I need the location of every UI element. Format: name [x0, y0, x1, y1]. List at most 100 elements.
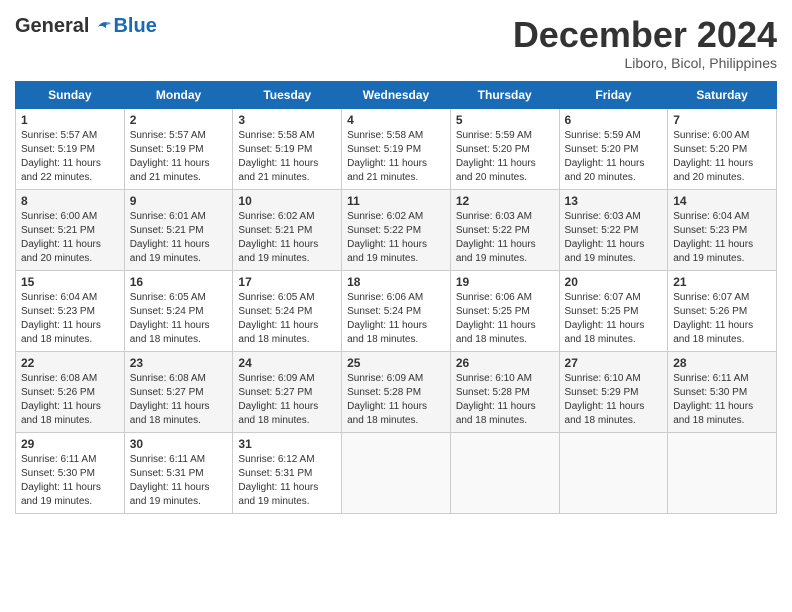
calendar-day-cell: 17 Sunrise: 6:05 AMSunset: 5:24 PMDaylig…: [233, 270, 342, 351]
calendar-day-cell: 23 Sunrise: 6:08 AMSunset: 5:27 PMDaylig…: [124, 351, 233, 432]
calendar-week-row: 15 Sunrise: 6:04 AMSunset: 5:23 PMDaylig…: [16, 270, 777, 351]
calendar-week-row: 8 Sunrise: 6:00 AMSunset: 5:21 PMDayligh…: [16, 189, 777, 270]
calendar-day-cell: 8 Sunrise: 6:00 AMSunset: 5:21 PMDayligh…: [16, 189, 125, 270]
day-number: 6: [565, 113, 663, 127]
day-info: Sunrise: 6:01 AMSunset: 5:21 PMDaylight:…: [130, 211, 210, 264]
day-number: 21: [673, 275, 771, 289]
day-info: Sunrise: 6:04 AMSunset: 5:23 PMDaylight:…: [673, 211, 753, 264]
calendar-day-cell: 5 Sunrise: 5:59 AMSunset: 5:20 PMDayligh…: [450, 108, 559, 189]
day-info: Sunrise: 5:58 AMSunset: 5:19 PMDaylight:…: [347, 130, 427, 183]
calendar-day-cell: 30 Sunrise: 6:11 AMSunset: 5:31 PMDaylig…: [124, 432, 233, 513]
day-info: Sunrise: 5:58 AMSunset: 5:19 PMDaylight:…: [238, 130, 318, 183]
day-info: Sunrise: 5:57 AMSunset: 5:19 PMDaylight:…: [21, 130, 101, 183]
day-info: Sunrise: 6:08 AMSunset: 5:26 PMDaylight:…: [21, 373, 101, 426]
day-info: Sunrise: 6:02 AMSunset: 5:22 PMDaylight:…: [347, 211, 427, 264]
day-number: 1: [21, 113, 119, 127]
day-number: 19: [456, 275, 554, 289]
page-header: General Blue December 2024 Liboro, Bicol…: [15, 15, 777, 71]
day-info: Sunrise: 6:10 AMSunset: 5:28 PMDaylight:…: [456, 373, 536, 426]
day-info: Sunrise: 6:11 AMSunset: 5:30 PMDaylight:…: [21, 454, 101, 507]
day-number: 14: [673, 194, 771, 208]
day-number: 27: [565, 356, 663, 370]
day-number: 12: [456, 194, 554, 208]
day-info: Sunrise: 5:59 AMSunset: 5:20 PMDaylight:…: [565, 130, 645, 183]
day-info: Sunrise: 6:12 AMSunset: 5:31 PMDaylight:…: [238, 454, 318, 507]
calendar-day-cell: 29 Sunrise: 6:11 AMSunset: 5:30 PMDaylig…: [16, 432, 125, 513]
day-number: 24: [238, 356, 336, 370]
calendar-day-cell: 16 Sunrise: 6:05 AMSunset: 5:24 PMDaylig…: [124, 270, 233, 351]
calendar-day-cell: 19 Sunrise: 6:06 AMSunset: 5:25 PMDaylig…: [450, 270, 559, 351]
day-number: 7: [673, 113, 771, 127]
day-number: 11: [347, 194, 445, 208]
calendar-day-cell: 18 Sunrise: 6:06 AMSunset: 5:24 PMDaylig…: [342, 270, 451, 351]
calendar-day-cell: [668, 432, 777, 513]
calendar-day-cell: 7 Sunrise: 6:00 AMSunset: 5:20 PMDayligh…: [668, 108, 777, 189]
day-number: 29: [21, 437, 119, 451]
day-number: 10: [238, 194, 336, 208]
day-number: 16: [130, 275, 228, 289]
calendar-day-cell: 21 Sunrise: 6:07 AMSunset: 5:26 PMDaylig…: [668, 270, 777, 351]
day-number: 28: [673, 356, 771, 370]
calendar-day-cell: 1 Sunrise: 5:57 AMSunset: 5:19 PMDayligh…: [16, 108, 125, 189]
calendar-day-cell: 15 Sunrise: 6:04 AMSunset: 5:23 PMDaylig…: [16, 270, 125, 351]
day-info: Sunrise: 6:03 AMSunset: 5:22 PMDaylight:…: [456, 211, 536, 264]
calendar-day-cell: 4 Sunrise: 5:58 AMSunset: 5:19 PMDayligh…: [342, 108, 451, 189]
day-number: 2: [130, 113, 228, 127]
day-info: Sunrise: 6:07 AMSunset: 5:25 PMDaylight:…: [565, 292, 645, 345]
calendar-header-row: SundayMondayTuesdayWednesdayThursdayFrid…: [16, 81, 777, 108]
calendar-day-cell: 12 Sunrise: 6:03 AMSunset: 5:22 PMDaylig…: [450, 189, 559, 270]
calendar-day-cell: 27 Sunrise: 6:10 AMSunset: 5:29 PMDaylig…: [559, 351, 668, 432]
logo-blue-text: Blue: [113, 15, 156, 38]
day-info: Sunrise: 6:00 AMSunset: 5:21 PMDaylight:…: [21, 211, 101, 264]
calendar-day-cell: 22 Sunrise: 6:08 AMSunset: 5:26 PMDaylig…: [16, 351, 125, 432]
day-number: 23: [130, 356, 228, 370]
calendar-day-cell: 26 Sunrise: 6:10 AMSunset: 5:28 PMDaylig…: [450, 351, 559, 432]
calendar-day-cell: [342, 432, 451, 513]
calendar-day-cell: 13 Sunrise: 6:03 AMSunset: 5:22 PMDaylig…: [559, 189, 668, 270]
day-info: Sunrise: 6:02 AMSunset: 5:21 PMDaylight:…: [238, 211, 318, 264]
day-number: 13: [565, 194, 663, 208]
day-number: 9: [130, 194, 228, 208]
calendar-day-cell: 2 Sunrise: 5:57 AMSunset: 5:19 PMDayligh…: [124, 108, 233, 189]
calendar-day-header: Tuesday: [233, 81, 342, 108]
day-info: Sunrise: 6:08 AMSunset: 5:27 PMDaylight:…: [130, 373, 210, 426]
day-number: 18: [347, 275, 445, 289]
day-info: Sunrise: 6:10 AMSunset: 5:29 PMDaylight:…: [565, 373, 645, 426]
location-text: Liboro, Bicol, Philippines: [513, 55, 777, 71]
day-info: Sunrise: 5:57 AMSunset: 5:19 PMDaylight:…: [130, 130, 210, 183]
day-number: 25: [347, 356, 445, 370]
calendar-day-header: Thursday: [450, 81, 559, 108]
calendar-day-cell: 3 Sunrise: 5:58 AMSunset: 5:19 PMDayligh…: [233, 108, 342, 189]
day-number: 20: [565, 275, 663, 289]
calendar-day-cell: 9 Sunrise: 6:01 AMSunset: 5:21 PMDayligh…: [124, 189, 233, 270]
title-block: December 2024 Liboro, Bicol, Philippines: [513, 15, 777, 71]
day-info: Sunrise: 6:09 AMSunset: 5:27 PMDaylight:…: [238, 373, 318, 426]
month-title: December 2024: [513, 15, 777, 55]
day-number: 4: [347, 113, 445, 127]
calendar-day-cell: 14 Sunrise: 6:04 AMSunset: 5:23 PMDaylig…: [668, 189, 777, 270]
day-number: 22: [21, 356, 119, 370]
calendar-day-cell: 10 Sunrise: 6:02 AMSunset: 5:21 PMDaylig…: [233, 189, 342, 270]
day-info: Sunrise: 6:06 AMSunset: 5:25 PMDaylight:…: [456, 292, 536, 345]
calendar-table: SundayMondayTuesdayWednesdayThursdayFrid…: [15, 81, 777, 514]
day-number: 5: [456, 113, 554, 127]
day-info: Sunrise: 6:03 AMSunset: 5:22 PMDaylight:…: [565, 211, 645, 264]
calendar-day-cell: 20 Sunrise: 6:07 AMSunset: 5:25 PMDaylig…: [559, 270, 668, 351]
day-number: 31: [238, 437, 336, 451]
calendar-day-header: Sunday: [16, 81, 125, 108]
day-info: Sunrise: 6:05 AMSunset: 5:24 PMDaylight:…: [130, 292, 210, 345]
calendar-day-cell: 6 Sunrise: 5:59 AMSunset: 5:20 PMDayligh…: [559, 108, 668, 189]
day-number: 30: [130, 437, 228, 451]
calendar-day-cell: 24 Sunrise: 6:09 AMSunset: 5:27 PMDaylig…: [233, 351, 342, 432]
calendar-day-cell: 28 Sunrise: 6:11 AMSunset: 5:30 PMDaylig…: [668, 351, 777, 432]
calendar-day-header: Wednesday: [342, 81, 451, 108]
calendar-day-cell: 11 Sunrise: 6:02 AMSunset: 5:22 PMDaylig…: [342, 189, 451, 270]
day-info: Sunrise: 5:59 AMSunset: 5:20 PMDaylight:…: [456, 130, 536, 183]
day-info: Sunrise: 6:09 AMSunset: 5:28 PMDaylight:…: [347, 373, 427, 426]
day-number: 15: [21, 275, 119, 289]
day-number: 17: [238, 275, 336, 289]
calendar-day-header: Monday: [124, 81, 233, 108]
calendar-day-cell: [450, 432, 559, 513]
day-info: Sunrise: 6:07 AMSunset: 5:26 PMDaylight:…: [673, 292, 753, 345]
logo-general-text: General: [15, 15, 89, 38]
